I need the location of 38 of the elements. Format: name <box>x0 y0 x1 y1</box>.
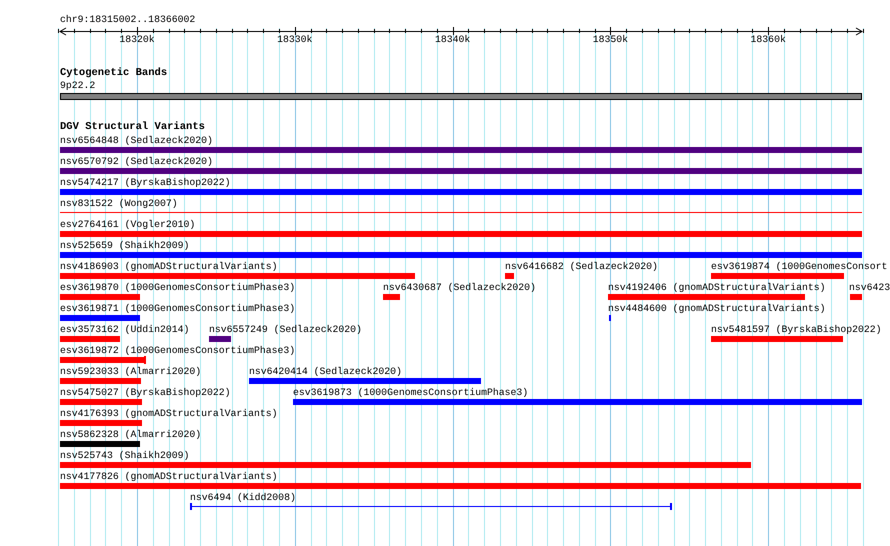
variant-label[interactable]: nsv6423 <box>849 282 890 293</box>
variant-label[interactable]: esv2764161 (Vogler2010) <box>60 219 196 230</box>
variant-label[interactable]: nsv525743 (Shaikh2009) <box>60 450 190 461</box>
region-label: chr9:18315002..18366002 <box>60 14 196 25</box>
variant-label[interactable]: nsv5923033 (Almarri2020) <box>60 366 202 377</box>
variant-label[interactable]: nsv4192406 (gnomADStructuralVariants) <box>608 282 826 293</box>
variant-label[interactable]: nsv831522 (Wong2007) <box>60 198 178 209</box>
variant-label[interactable]: esv3619870 (1000GenomesConsortiumPhase3) <box>60 282 296 293</box>
variant-label[interactable]: nsv525659 (Shaikh2009) <box>60 240 190 251</box>
variant-label[interactable]: nsv4186903 (gnomADStructuralVariants) <box>60 261 278 272</box>
variant-label[interactable]: esv3619874 (1000GenomesConsort <box>711 261 888 272</box>
tick-label: 18350k <box>592 34 628 45</box>
variant-label[interactable]: nsv6570792 (Sedlazeck2020) <box>60 156 213 167</box>
variant-label[interactable]: esv3619872 (1000GenomesConsortiumPhase3) <box>60 345 296 356</box>
track-title: Cytogenetic Bands <box>60 67 168 79</box>
variant-label[interactable]: nsv5474217 (ByrskaBishop2022) <box>60 177 230 188</box>
variant-label[interactable]: nsv6494 (Kidd2008) <box>190 492 296 503</box>
variant-label[interactable]: esv3573162 (Uddin2014) <box>60 324 190 335</box>
variant-label[interactable]: nsv5481597 (ByrskaBishop2022) <box>711 324 882 335</box>
variant-label[interactable]: esv3619873 (1000GenomesConsortiumPhase3) <box>293 387 528 398</box>
tick-label: 18360k <box>750 34 786 45</box>
variant-label[interactable]: nsv4484600 (gnomADStructuralVariants) <box>608 303 826 314</box>
variant-label[interactable]: nsv6430687 (Sedlazeck2020) <box>383 282 536 293</box>
variant-label[interactable]: esv3619871 (1000GenomesConsortiumPhase3) <box>60 303 296 314</box>
variant-label[interactable]: nsv6564848 (Sedlazeck2020) <box>60 135 213 146</box>
variant-label[interactable]: nsv6557249 (Sedlazeck2020) <box>209 324 362 335</box>
variant-label[interactable]: nsv4176393 (gnomADStructuralVariants) <box>60 408 278 419</box>
variant-label[interactable]: nsv6416682 (Sedlazeck2020) <box>505 261 658 272</box>
track-title: DGV Structural Variants <box>60 121 205 133</box>
variant-label[interactable]: nsv5862328 (Almarri2020) <box>60 429 202 440</box>
tick-label: 18320k <box>119 34 155 45</box>
tick-label: 18340k <box>434 34 470 45</box>
variant-label[interactable]: nsv5475027 (ByrskaBishop2022) <box>60 387 230 398</box>
band-label: 9p22.2 <box>60 80 96 91</box>
variant-label[interactable]: nsv4177826 (gnomADStructuralVariants) <box>60 471 278 482</box>
variant-label[interactable]: nsv6420414 (Sedlazeck2020) <box>249 366 402 377</box>
cytoband-bar[interactable] <box>60 93 862 100</box>
tick-label: 18330k <box>277 34 312 45</box>
